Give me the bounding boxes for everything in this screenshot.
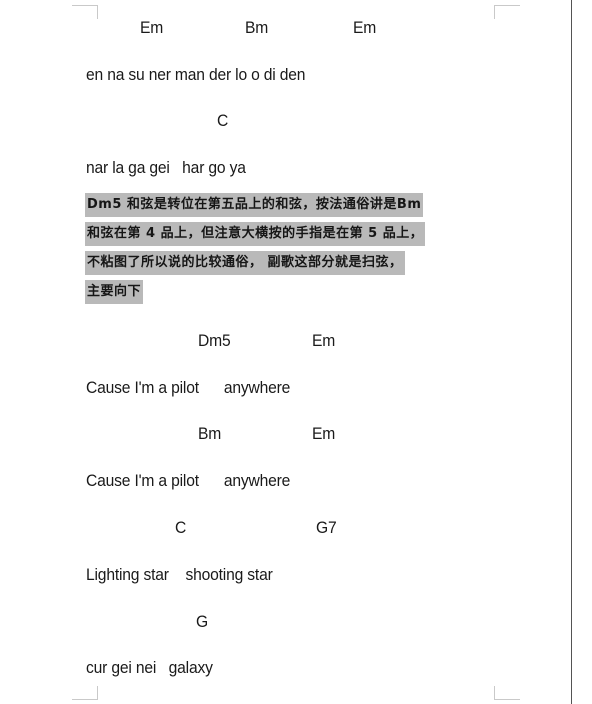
annotation-line-2: 和弦在第 4 品上，但注意大横按的手指是在第 5 品上， [85, 222, 426, 246]
chord-label-em-3: Em [312, 331, 336, 350]
chord-label-bm-2: Bm [198, 424, 222, 443]
highlighted-annotation-block: Dm5 和弦是转位在第五品上的和弦，按法通俗讲是Bm 和弦在第 4 品上，但注意… [85, 193, 426, 309]
chord-label-c-2: C [175, 518, 187, 537]
chord-label-em-1: Em [140, 18, 164, 37]
lyric-line-2: nar la ga gei har go ya [86, 158, 246, 177]
lyric-line-4: Cause I'm a pilot anywhere [86, 471, 291, 490]
margin-corner-mark-bottom-left [72, 686, 98, 700]
chord-label-c-1: C [217, 111, 229, 130]
outer-gutter [572, 0, 592, 704]
chord-label-bm-1: Bm [245, 18, 269, 37]
margin-corner-mark-bottom-right [494, 686, 520, 700]
chord-label-dm5: Dm5 [198, 331, 231, 350]
annotation-line-1: Dm5 和弦是转位在第五品上的和弦，按法通俗讲是Bm [85, 193, 424, 217]
margin-corner-mark-top-right [494, 5, 520, 19]
lyric-line-3: Cause I'm a pilot anywhere [86, 378, 291, 397]
lyric-line-5: Lighting star shooting star [86, 565, 273, 584]
chord-label-g7: G7 [316, 518, 337, 537]
chord-label-em-4: Em [312, 424, 336, 443]
chord-label-em-2: Em [353, 18, 377, 37]
document-page: Em Bm Em en na su ner man der lo o di de… [0, 0, 572, 704]
lyric-line-1: en na su ner man der lo o di den [86, 65, 306, 84]
margin-corner-mark-top-left [72, 5, 98, 19]
annotation-line-3: 不粘图了所以说的比较通俗， 副歌这部分就是扫弦， [85, 251, 405, 275]
annotation-line-4: 主要向下 [85, 280, 144, 304]
chord-label-g: G [196, 612, 208, 631]
lyric-line-6: cur gei nei galaxy [86, 658, 213, 677]
